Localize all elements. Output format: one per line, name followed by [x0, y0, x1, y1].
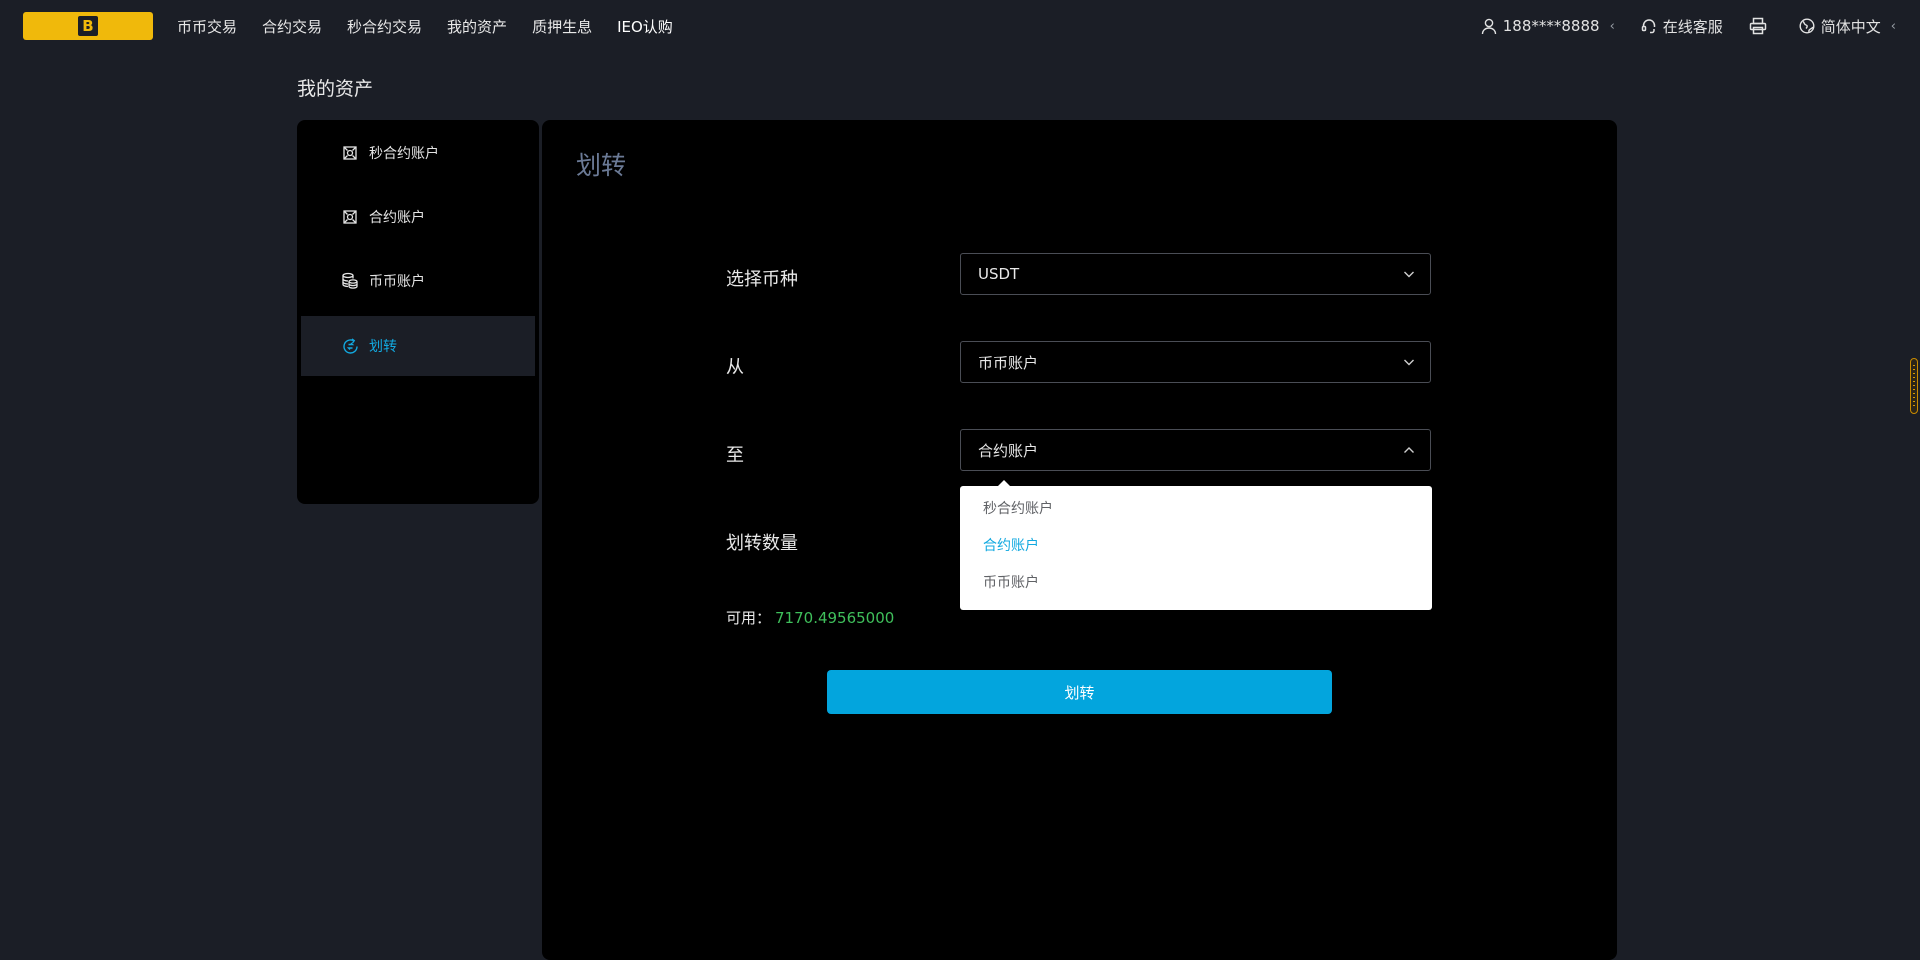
header-right: 188****8888 ‹ 在线客服 简体中文 ‹ [1455, 0, 1896, 52]
currency-label: 选择币种 [726, 269, 798, 290]
nav-item-ieo[interactable]: IEO认购 [617, 16, 673, 37]
online-support[interactable]: 在线客服 [1641, 16, 1723, 37]
headset-icon [1641, 19, 1656, 34]
sidebar-item-contract-account[interactable]: 合约账户 [301, 187, 535, 247]
panel-title: 划转 [576, 151, 627, 180]
transfer-submit-button[interactable]: 划转 [827, 670, 1332, 714]
user-menu[interactable]: 188****8888 ‹ [1481, 17, 1615, 35]
language-caret: ‹ [1890, 18, 1896, 34]
language-selector[interactable]: 简体中文 ‹ [1799, 16, 1896, 37]
to-label: 至 [726, 445, 744, 466]
from-label: 从 [726, 357, 744, 378]
from-account-select[interactable]: 币币账户 [960, 341, 1431, 383]
coins-icon [341, 272, 359, 290]
nav-item-my-assets[interactable]: 我的资产 [447, 16, 507, 37]
top-header: B 币币交易 合约交易 秒合约交易 我的资产 质押生息 IEO认购 188***… [0, 0, 1920, 52]
nav-item-second-contract-trading[interactable]: 秒合约交易 [347, 16, 422, 37]
language-label: 简体中文 [1820, 17, 1881, 36]
sidebar-item-spot-account[interactable]: 币币账户 [301, 251, 535, 311]
amount-label: 划转数量 [726, 533, 798, 554]
user-phone: 188****8888 [1502, 17, 1600, 35]
available-balance: 可用： 7170.49565000 [726, 607, 894, 628]
sidebar-item-label: 合约账户 [369, 210, 425, 226]
chevron-down-icon [1404, 271, 1414, 278]
grid-icon [341, 144, 359, 162]
to-account-dropdown: 秒合约账户 合约账户 币币账户 [960, 486, 1432, 610]
transfer-icon [341, 337, 359, 355]
grid-icon [341, 208, 359, 226]
main-nav: 币币交易 合约交易 秒合约交易 我的资产 质押生息 IEO认购 [177, 0, 698, 52]
chevron-up-icon [1404, 447, 1414, 453]
logo[interactable]: B [23, 12, 153, 40]
logo-mark: B [78, 16, 98, 36]
sidebar-item-label: 秒合约账户 [369, 146, 439, 162]
globe-icon [1799, 18, 1815, 34]
available-value: 7170.49565000 [775, 609, 895, 627]
user-caret: ‹ [1609, 18, 1615, 34]
currency-value: USDT [978, 265, 1020, 283]
page-title: 我的资产 [297, 78, 374, 100]
to-account-value: 合约账户 [978, 441, 1039, 460]
sidebar-item-second-contract-account[interactable]: 秒合约账户 [301, 123, 535, 183]
sidebar-item-transfer[interactable]: 划转 [301, 316, 535, 376]
online-support-label: 在线客服 [1662, 17, 1723, 36]
print-button[interactable] [1749, 17, 1773, 35]
chevron-down-icon [1404, 359, 1414, 366]
transfer-panel: 划转 选择币种 USDT 从 币币账户 至 合约账户 划转数量 可用： 7170.… [542, 120, 1617, 960]
nav-item-contract-trading[interactable]: 合约交易 [262, 16, 322, 37]
scrollbar-thumb[interactable] [1910, 358, 1918, 414]
printer-icon [1749, 17, 1767, 35]
dropdown-option-spot-account[interactable]: 币币账户 [960, 565, 1432, 602]
nav-item-staking[interactable]: 质押生息 [532, 16, 592, 37]
nav-item-spot-trading[interactable]: 币币交易 [177, 16, 237, 37]
to-account-select[interactable]: 合约账户 [960, 429, 1431, 471]
available-label: 可用： [726, 609, 772, 627]
asset-sidebar: 秒合约账户 合约账户 币币账户 划转 [297, 120, 539, 504]
sidebar-item-label: 币币账户 [369, 274, 425, 290]
sidebar-item-label: 划转 [369, 339, 397, 355]
from-account-value: 币币账户 [978, 353, 1039, 372]
currency-select[interactable]: USDT [960, 253, 1431, 295]
user-icon [1481, 18, 1496, 34]
dropdown-option-second-contract-account[interactable]: 秒合约账户 [960, 491, 1432, 528]
dropdown-option-contract-account[interactable]: 合约账户 [960, 528, 1432, 565]
